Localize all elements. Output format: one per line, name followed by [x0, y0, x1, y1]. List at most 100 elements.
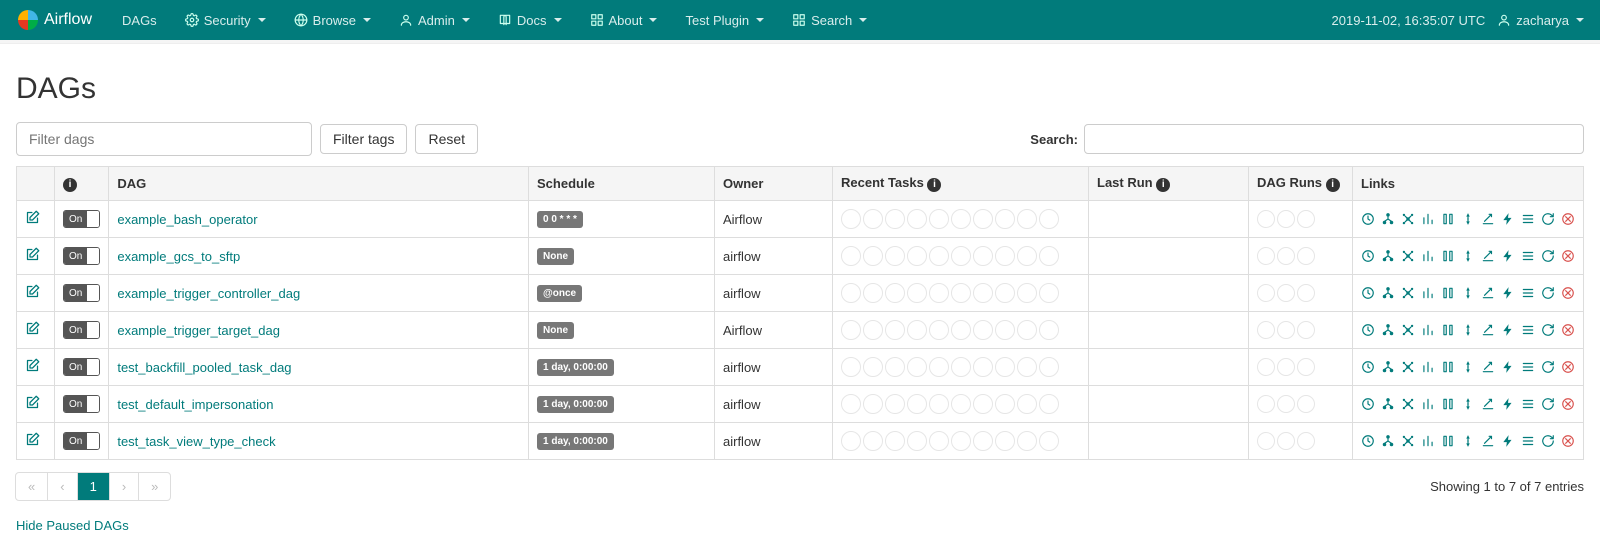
task-status-circle[interactable] [907, 209, 927, 229]
task-status-circle[interactable] [885, 357, 905, 377]
bars-icon[interactable] [1421, 323, 1435, 337]
dag-toggle[interactable]: On [63, 358, 100, 376]
tree-icon[interactable] [1381, 323, 1395, 337]
graph-icon[interactable] [1401, 249, 1415, 263]
duration-icon[interactable] [1441, 286, 1455, 300]
edit-icon[interactable] [25, 321, 40, 336]
dag-toggle[interactable]: On [63, 321, 100, 339]
refresh-icon[interactable] [1541, 434, 1555, 448]
dagrun-status-circle[interactable] [1297, 284, 1315, 302]
task-status-circle[interactable] [841, 246, 861, 266]
bars-icon[interactable] [1421, 360, 1435, 374]
bars-icon[interactable] [1421, 434, 1435, 448]
task-status-circle[interactable] [929, 357, 949, 377]
duration-icon[interactable] [1441, 323, 1455, 337]
schedule-badge[interactable]: None [537, 248, 574, 265]
graph-icon[interactable] [1401, 323, 1415, 337]
trigger-icon[interactable] [1361, 434, 1375, 448]
task-status-circle[interactable] [907, 431, 927, 451]
page-prev[interactable]: ‹ [48, 473, 76, 500]
task-status-circle[interactable] [1039, 246, 1059, 266]
task-status-circle[interactable] [1017, 209, 1037, 229]
duration-icon[interactable] [1441, 212, 1455, 226]
task-status-circle[interactable] [973, 320, 993, 340]
landing-icon[interactable] [1481, 323, 1495, 337]
dagrun-status-circle[interactable] [1257, 210, 1275, 228]
task-status-circle[interactable] [995, 357, 1015, 377]
task-status-circle[interactable] [885, 209, 905, 229]
dagrun-status-circle[interactable] [1277, 210, 1295, 228]
task-status-circle[interactable] [907, 283, 927, 303]
task-status-circle[interactable] [863, 246, 883, 266]
edit-icon[interactable] [25, 247, 40, 262]
reset-button[interactable]: Reset [415, 124, 478, 154]
task-status-circle[interactable] [1039, 357, 1059, 377]
refresh-icon[interactable] [1541, 212, 1555, 226]
delete-icon[interactable] [1561, 249, 1575, 263]
bars-icon[interactable] [1421, 397, 1435, 411]
task-status-circle[interactable] [841, 283, 861, 303]
nav-item-about[interactable]: About [578, 3, 670, 38]
task-status-circle[interactable] [863, 209, 883, 229]
info-icon[interactable]: i [1326, 178, 1340, 192]
schedule-badge[interactable]: 1 day, 0:00:00 [537, 396, 614, 413]
landing-icon[interactable] [1481, 212, 1495, 226]
retries-icon[interactable] [1461, 249, 1475, 263]
task-status-circle[interactable] [841, 209, 861, 229]
trigger-icon[interactable] [1361, 397, 1375, 411]
duration-icon[interactable] [1441, 397, 1455, 411]
delete-icon[interactable] [1561, 286, 1575, 300]
nav-item-search[interactable]: Search [780, 3, 879, 38]
task-status-circle[interactable] [841, 320, 861, 340]
task-status-circle[interactable] [995, 246, 1015, 266]
task-status-circle[interactable] [907, 394, 927, 414]
task-status-circle[interactable] [973, 246, 993, 266]
dagrun-status-circle[interactable] [1257, 321, 1275, 339]
task-status-circle[interactable] [951, 283, 971, 303]
dagrun-status-circle[interactable] [1257, 284, 1275, 302]
task-status-circle[interactable] [995, 394, 1015, 414]
delete-icon[interactable] [1561, 360, 1575, 374]
task-status-circle[interactable] [929, 320, 949, 340]
dagrun-status-circle[interactable] [1257, 395, 1275, 413]
nav-item-security[interactable]: Security [173, 3, 278, 38]
dag-toggle[interactable]: On [63, 432, 100, 450]
page-1[interactable]: 1 [78, 473, 109, 500]
dagrun-status-circle[interactable] [1297, 395, 1315, 413]
task-status-circle[interactable] [973, 209, 993, 229]
retries-icon[interactable] [1461, 323, 1475, 337]
task-status-circle[interactable] [863, 357, 883, 377]
trigger-icon[interactable] [1361, 249, 1375, 263]
task-status-circle[interactable] [1017, 431, 1037, 451]
trigger-icon[interactable] [1361, 360, 1375, 374]
graph-icon[interactable] [1401, 286, 1415, 300]
search-input[interactable] [1084, 124, 1584, 154]
task-status-circle[interactable] [929, 394, 949, 414]
refresh-icon[interactable] [1541, 249, 1555, 263]
task-status-circle[interactable] [885, 320, 905, 340]
details-icon[interactable] [1521, 286, 1535, 300]
task-status-circle[interactable] [863, 320, 883, 340]
dag-toggle[interactable]: On [63, 247, 100, 265]
dag-toggle[interactable]: On [63, 284, 100, 302]
dagrun-status-circle[interactable] [1297, 247, 1315, 265]
task-status-circle[interactable] [1017, 357, 1037, 377]
dag-link[interactable]: example_trigger_target_dag [117, 323, 280, 338]
refresh-icon[interactable] [1541, 397, 1555, 411]
retries-icon[interactable] [1461, 286, 1475, 300]
dagrun-status-circle[interactable] [1297, 358, 1315, 376]
dag-link[interactable]: example_bash_operator [117, 212, 257, 227]
dagrun-status-circle[interactable] [1297, 321, 1315, 339]
task-status-circle[interactable] [885, 394, 905, 414]
dagrun-status-circle[interactable] [1297, 210, 1315, 228]
tree-icon[interactable] [1381, 249, 1395, 263]
brand-link[interactable]: Airflow [16, 8, 92, 32]
trigger-icon[interactable] [1361, 212, 1375, 226]
details-icon[interactable] [1521, 249, 1535, 263]
bars-icon[interactable] [1421, 249, 1435, 263]
task-status-circle[interactable] [995, 283, 1015, 303]
filter-dags-input[interactable] [16, 122, 312, 156]
dagrun-status-circle[interactable] [1277, 247, 1295, 265]
task-status-circle[interactable] [885, 246, 905, 266]
task-status-circle[interactable] [995, 320, 1015, 340]
